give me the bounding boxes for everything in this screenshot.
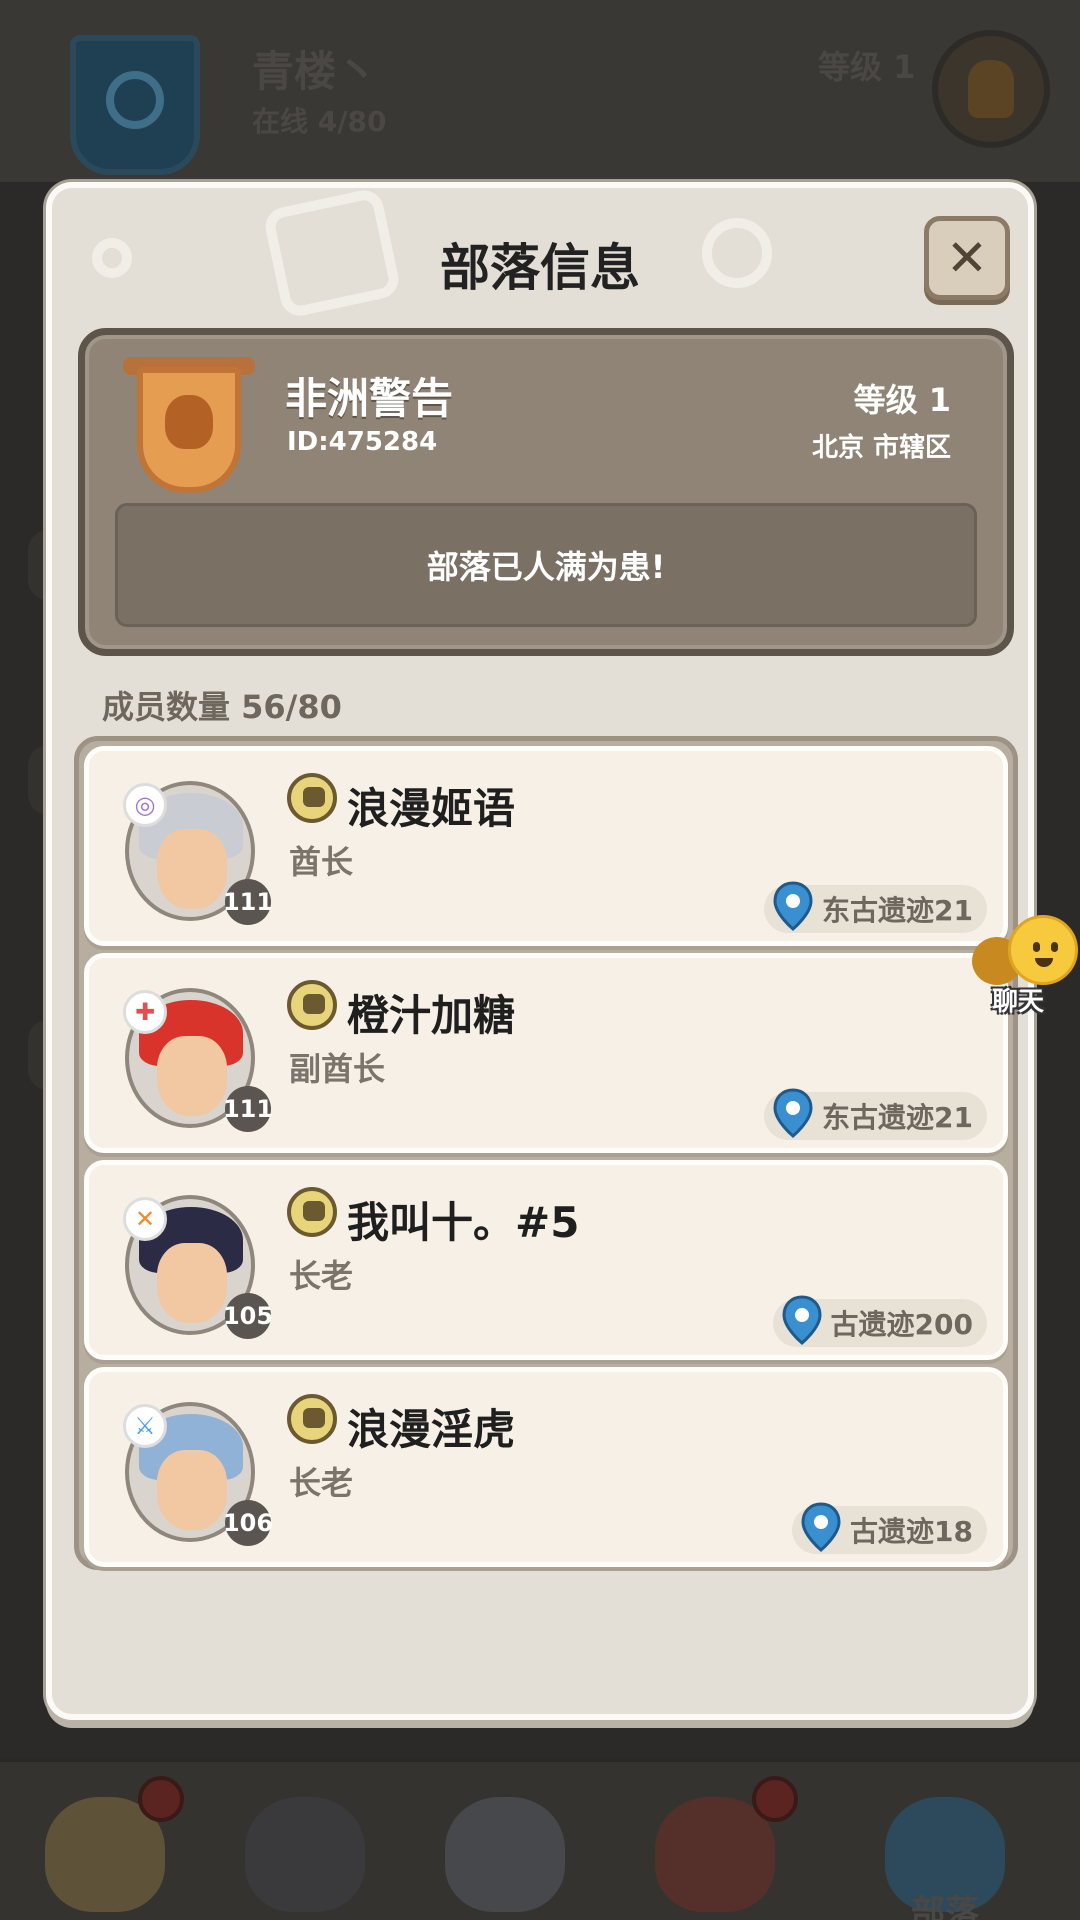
rank-icon [287,1187,337,1237]
bottom-nav: 部落 [0,1758,1080,1920]
location-pin-icon [782,1295,822,1345]
close-button[interactable]: ✕ [924,216,1010,300]
rank-icon [287,980,337,1030]
member-role: 酋长 [289,843,354,881]
nav-item-totem [30,1776,184,1920]
close-icon: ✕ [946,229,988,287]
location-pin-icon [773,881,813,931]
nav-item-tribe: 部落 [870,1782,1020,1920]
tribe-summary-card: 非洲警告 ID:475284 等级 1 北京 市辖区 部落已人满为患! [78,328,1014,656]
avatar: ◎ 111 [123,781,273,925]
member-row[interactable]: ⚔ 106 浪漫淫虎 长老 古遗迹18 [84,1367,1008,1567]
class-badge-icon: ✕ [123,1197,167,1241]
bell-icon [138,1776,184,1822]
smiley-icon [1008,915,1078,985]
rank-icon [287,773,337,823]
nav-item-battle [430,1782,580,1920]
tribe-info-modal: 部落信息 ✕ 非洲警告 ID:475284 等级 1 北京 市辖区 部落已人满为… [46,182,1034,1720]
location-pin-icon [773,1088,813,1138]
chat-button[interactable]: 聊天 [970,915,1080,1017]
member-row[interactable]: ✚ 111 橙汁加糖 副酋长 东古遗迹21 [84,953,1008,1153]
level-badge: 105 [223,1293,273,1339]
tribe-crest-icon [123,355,255,497]
tribe-location: 北京 市辖区 [811,433,951,463]
tribe-notice: 部落已人满为患! [426,548,666,586]
avatar: ✕ 105 [123,1195,273,1339]
member-name: 浪漫淫虎 [347,1405,516,1454]
member-location: 古遗迹200 [830,1308,973,1341]
avatar: ⚔ 106 [123,1402,273,1546]
background-header: 青楼丶 在线 4/80 等级 1 [0,0,1080,185]
chat-label: 聊天 [992,987,1045,1017]
member-name: 我叫十。#5 [347,1198,580,1247]
location-pill: 东古遗迹21 [764,881,987,933]
location-pill: 古遗迹200 [772,1295,987,1347]
member-row[interactable]: ✕ 105 我叫十。#5 长老 古遗迹200 [84,1160,1008,1360]
background-tribe-name: 青楼丶 [252,47,379,96]
nav-item-shop [640,1776,798,1920]
location-pill: 古遗迹18 [792,1502,987,1554]
avatar: ✚ 111 [123,988,273,1132]
background-level: 等级 1 [818,48,916,86]
location-pill: 东古遗迹21 [764,1088,987,1140]
tribe-level: 等级 1 [853,381,951,419]
modal-title: 部落信息 [440,239,640,297]
member-role: 副酋长 [289,1050,386,1088]
member-row[interactable]: ◎ 111 浪漫姬语 酋长 东古遗迹21 [84,746,1008,946]
member-list[interactable]: ◎ 111 浪漫姬语 酋长 东古遗迹21 ✚ 111 橙汁加糖 副酋长 东古遗迹… [74,736,1018,1570]
shop-icon [752,1776,798,1822]
tribe-id: ID:475284 [287,427,438,457]
tribe-name: 非洲警告 [285,374,454,423]
class-badge-icon: ◎ [123,783,167,827]
tribe-notice-box: 部落已人满为患! [115,503,977,627]
member-location: 古遗迹18 [850,1515,973,1548]
player-avatar [932,30,1050,148]
member-count: 成员数量 56/80 [102,688,342,726]
class-badge-icon: ✚ [123,990,167,1034]
level-badge: 111 [223,1086,273,1132]
rank-icon [287,1394,337,1444]
member-name: 橙汁加糖 [347,991,516,1040]
nav-item-character [230,1782,380,1920]
tribe-banner-icon [70,35,200,175]
background-online-count: 在线 4/80 [252,105,387,138]
member-role: 长老 [289,1257,354,1295]
location-pin-icon [801,1502,841,1552]
member-role: 长老 [289,1464,354,1502]
member-name: 浪漫姬语 [347,784,516,833]
nav-tribe-label: 部落 [911,1893,979,1920]
member-location: 东古遗迹21 [822,894,973,927]
member-location: 东古遗迹21 [822,1101,973,1134]
class-badge-icon: ⚔ [123,1404,167,1448]
level-badge: 106 [223,1500,273,1546]
level-badge: 111 [223,879,273,925]
